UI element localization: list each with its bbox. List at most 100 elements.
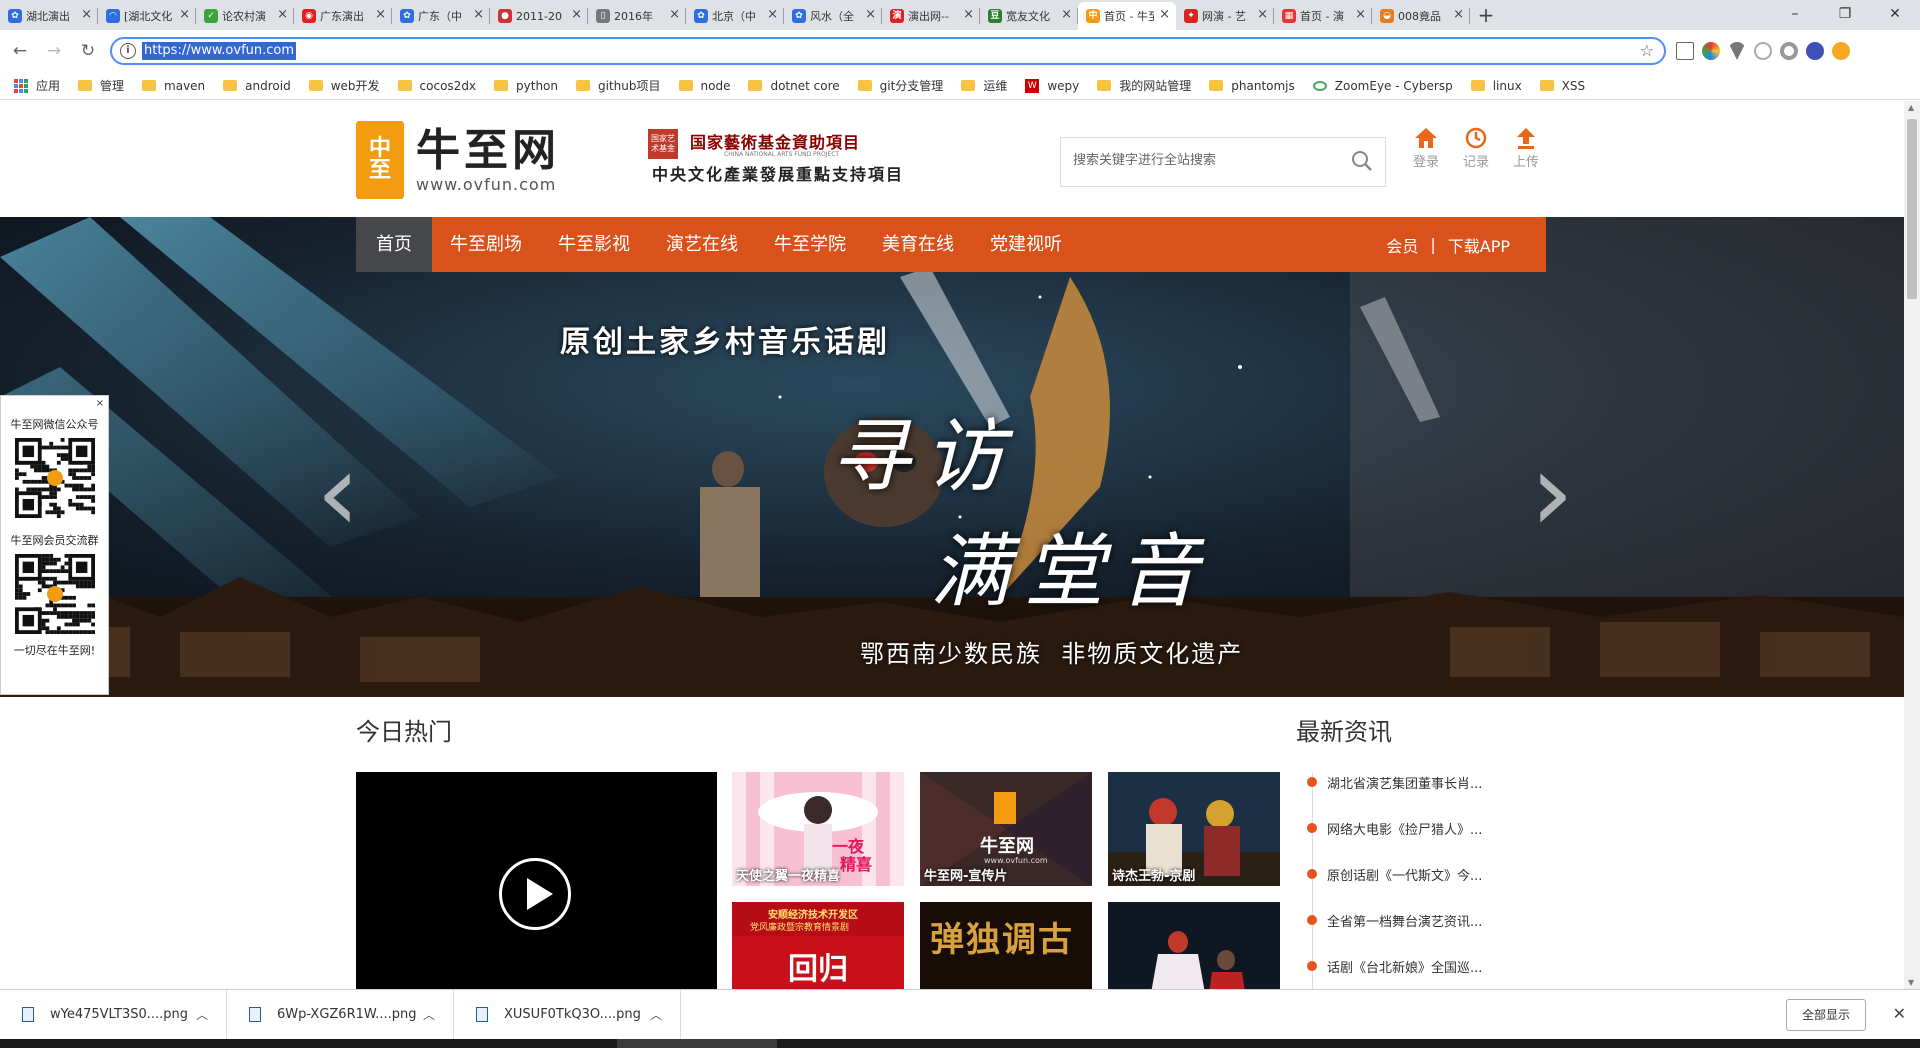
search-icon[interactable] xyxy=(1351,150,1373,172)
member-link[interactable]: 会员 xyxy=(1386,233,1418,257)
hot-thumb[interactable]: 诗杰王勃-京剧 xyxy=(1108,772,1280,886)
tab-close-icon[interactable]: × xyxy=(571,8,582,22)
url-text[interactable]: https://www.ovfun.com xyxy=(142,42,297,60)
login-link[interactable]: 登录 xyxy=(1406,127,1446,170)
back-arrow-icon[interactable]: ← xyxy=(6,37,34,65)
browser-tab[interactable]: ◉ 广东演出 × xyxy=(294,2,392,30)
browser-tab[interactable]: ✿ 广东（中 × xyxy=(392,2,490,30)
tab-close-icon[interactable]: × xyxy=(1159,8,1170,22)
browser-tab[interactable]: ● 2011-20 × xyxy=(490,2,588,30)
bookmark-item[interactable]: ZoomEye - Cybersp xyxy=(1312,79,1453,93)
hero-banner[interactable]: 首页 牛至剧场 牛至影视 演艺在线 牛至学院 美育在线 党建视听 会员 | 下载APP 原创… xyxy=(0,217,1904,697)
address-bar[interactable]: i https://www.ovfun.com ☆ xyxy=(110,37,1666,65)
reload-icon[interactable]: ↻ xyxy=(74,37,102,65)
chevron-up-icon[interactable]: ︿ xyxy=(650,1006,662,1023)
extension-color-icon[interactable] xyxy=(1702,42,1720,60)
browser-tab[interactable]: ✦ 网演 - 艺 × xyxy=(1176,2,1274,30)
nav-item[interactable]: 牛至剧场 xyxy=(432,217,540,272)
show-all-downloads-button[interactable]: 全部显示 xyxy=(1786,999,1866,1031)
hot-thumb[interactable]: 牛至网 www.ovfun.com 牛至网-宣传片 xyxy=(920,772,1092,886)
hot-thumb[interactable]: 弹独调古 xyxy=(920,902,1092,989)
bookmark-item[interactable]: maven xyxy=(142,79,205,93)
qr-close-icon[interactable]: × xyxy=(96,398,104,409)
bookmark-item[interactable]: python xyxy=(494,79,558,93)
banner-next-arrow[interactable]: › xyxy=(1530,437,1574,547)
hot-thumb[interactable]: 安顺经济技术开发区 党风廉政暨宗教育情景剧 回归 xyxy=(732,902,904,989)
tab-close-icon[interactable]: × xyxy=(473,8,484,22)
nav-item[interactable]: 美育在线 xyxy=(864,217,972,272)
browser-tab[interactable]: ◒ 008竟品 × xyxy=(1372,2,1470,30)
news-item[interactable]: 原创话剧《一代斯文》今... xyxy=(1307,865,1512,911)
search-input[interactable] xyxy=(1073,152,1333,167)
tab-close-icon[interactable]: × xyxy=(865,8,876,22)
scroll-up-icon[interactable]: ▲ xyxy=(1908,103,1914,112)
tab-close-icon[interactable]: × xyxy=(179,8,190,22)
tab-close-icon[interactable]: × xyxy=(1355,8,1366,22)
extension-v-icon[interactable] xyxy=(1728,42,1746,60)
download-item[interactable]: XUSUF0TkQ3O....png ︿ xyxy=(454,989,681,1040)
hot-thumb[interactable]: 一夜 精喜 天使之翼一夜精喜 xyxy=(732,772,904,886)
chevron-up-icon[interactable]: ︿ xyxy=(423,1006,435,1023)
tab-close-icon[interactable]: × xyxy=(963,8,974,22)
browser-tab[interactable]: ✿ 风水（全 × xyxy=(784,2,882,30)
browser-tab[interactable]: ✿ 北京（中 × xyxy=(686,2,784,30)
download-item[interactable]: wYe475VLT3S0....png ︿ xyxy=(0,989,227,1040)
new-tab-button[interactable]: + xyxy=(1470,2,1502,30)
nav-item[interactable]: 党建视听 xyxy=(972,217,1080,272)
bookmark-item[interactable]: 运维 xyxy=(961,77,1007,94)
upload-link[interactable]: 上传 xyxy=(1506,127,1546,170)
scroll-down-icon[interactable]: ▼ xyxy=(1908,978,1914,987)
download-item[interactable]: 6Wp-XGZ6R1W....png ︿ xyxy=(227,989,454,1040)
info-icon[interactable]: i xyxy=(120,43,136,59)
bookmark-item[interactable]: cocos2dx xyxy=(397,79,476,93)
bookmark-item[interactable]: 管理 xyxy=(78,77,124,94)
nav-item[interactable]: 牛至影视 xyxy=(540,217,648,272)
extension-ring-icon[interactable] xyxy=(1780,42,1798,60)
browser-tab[interactable]: ▦ 首页 - 演 × xyxy=(1274,2,1372,30)
browser-tab[interactable]: ▯ 2016年 × xyxy=(588,2,686,30)
chevron-up-icon[interactable]: ︿ xyxy=(196,1006,208,1023)
close-window-button[interactable]: ✕ xyxy=(1870,0,1920,30)
nav-item[interactable]: 首页 xyxy=(356,217,432,272)
browser-tab[interactable]: ✿ 湖北演出 × xyxy=(0,2,98,30)
browser-tab[interactable]: 中首页 - 牛至 × xyxy=(1078,2,1176,30)
download-app-link[interactable]: 下载APP xyxy=(1448,233,1510,257)
browser-tab[interactable]: ✓ 论农村演 × xyxy=(196,2,294,30)
tab-close-icon[interactable]: × xyxy=(1257,8,1268,22)
history-link[interactable]: 记录 xyxy=(1456,127,1496,170)
scrollbar-thumb[interactable] xyxy=(1907,119,1917,299)
minimize-button[interactable]: – xyxy=(1770,0,1820,30)
news-item[interactable]: 全省第一档舞台演艺资讯... xyxy=(1307,911,1512,957)
site-logo[interactable]: 中 至 牛至网 www.ovfun.com xyxy=(356,121,560,199)
extension-circle-icon[interactable] xyxy=(1754,42,1772,60)
tab-close-icon[interactable]: × xyxy=(1061,8,1072,22)
nav-item[interactable]: 牛至学院 xyxy=(756,217,864,272)
featured-video[interactable] xyxy=(356,772,717,989)
bookmark-item[interactable]: linux xyxy=(1470,79,1522,93)
bookmark-item[interactable]: XSS xyxy=(1539,79,1585,93)
browser-tab[interactable]: ◠ [湖北文化 × xyxy=(98,2,196,30)
news-item[interactable]: 湖北省演艺集团董事长肖... xyxy=(1307,773,1512,819)
bookmark-item[interactable]: node xyxy=(678,79,730,93)
forward-arrow-icon[interactable]: → xyxy=(40,37,68,65)
bookmark-item[interactable]: 我的网站管理 xyxy=(1097,77,1191,94)
news-item[interactable]: 网络大电影《捡尸猎人》... xyxy=(1307,819,1512,865)
nav-item[interactable]: 演艺在线 xyxy=(648,217,756,272)
tab-close-icon[interactable]: × xyxy=(1453,8,1464,22)
tab-close-icon[interactable]: × xyxy=(81,8,92,22)
hot-thumb[interactable] xyxy=(1108,902,1280,989)
bookmark-item[interactable]: web开发 xyxy=(308,77,380,94)
bookmark-item[interactable]: git分支管理 xyxy=(857,77,943,94)
restore-button[interactable]: ❐ xyxy=(1820,0,1870,30)
tab-close-icon[interactable]: × xyxy=(669,8,680,22)
browser-tab[interactable]: 豆宽友文化 × xyxy=(980,2,1078,30)
page-scrollbar[interactable]: ▲ ▼ xyxy=(1904,101,1920,989)
bookmark-item[interactable]: 应用 xyxy=(14,77,60,94)
browser-tab[interactable]: 演演出网-- × xyxy=(882,2,980,30)
bookmark-item[interactable]: Wwepy xyxy=(1025,78,1079,93)
extension-music-icon[interactable] xyxy=(1806,42,1824,60)
extension-e-icon[interactable] xyxy=(1676,42,1694,60)
bookmark-item[interactable]: android xyxy=(223,79,291,93)
extension-menu-icon[interactable] xyxy=(1832,42,1850,60)
bookmark-star-icon[interactable]: ☆ xyxy=(1640,41,1654,60)
